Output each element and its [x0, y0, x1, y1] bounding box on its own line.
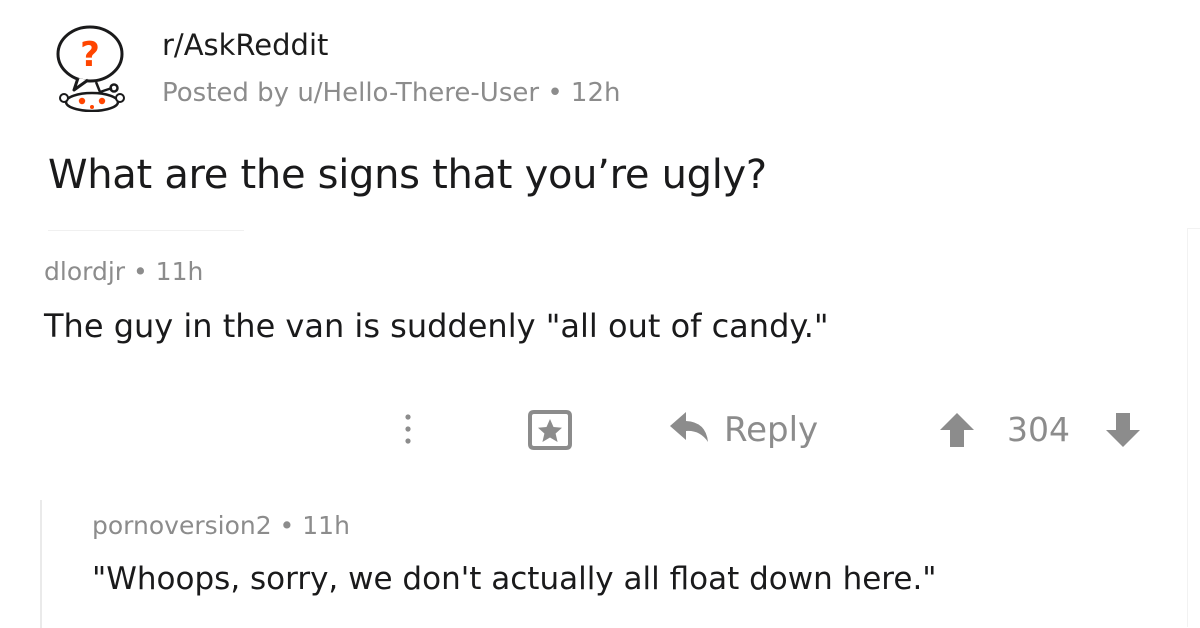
award-icon[interactable]	[526, 410, 574, 450]
comment-author-meta: dlordjr • 11h	[44, 257, 204, 286]
subreddit-name[interactable]: r/AskReddit	[162, 28, 328, 62]
vote-score: 304	[1007, 410, 1070, 449]
reply-label: Reply	[724, 410, 819, 450]
thread-line[interactable]	[40, 500, 42, 628]
comment-body: "Whoops, sorry, we don't actually all fl…	[92, 561, 937, 597]
upvote-arrow-icon[interactable]	[938, 411, 976, 449]
subreddit-avatar-icon[interactable]: ?	[48, 22, 134, 113]
reply-button[interactable]: Reply	[668, 408, 818, 452]
more-options-icon[interactable]	[398, 412, 418, 446]
comment-author-meta: pornoversion2 • 11h	[92, 511, 350, 540]
downvote-arrow-icon[interactable]	[1104, 411, 1142, 449]
post-meta: Posted by u/Hello-There-User • 12h	[162, 78, 621, 108]
divider	[48, 230, 244, 231]
reply-arrow-icon	[668, 410, 710, 450]
post-title[interactable]: What are the signs that you’re ugly?	[48, 152, 767, 198]
svg-text:?: ?	[80, 35, 100, 75]
comment-frame-edge	[1187, 228, 1200, 627]
comment-body: The guy in the van is suddenly "all out …	[44, 307, 829, 345]
